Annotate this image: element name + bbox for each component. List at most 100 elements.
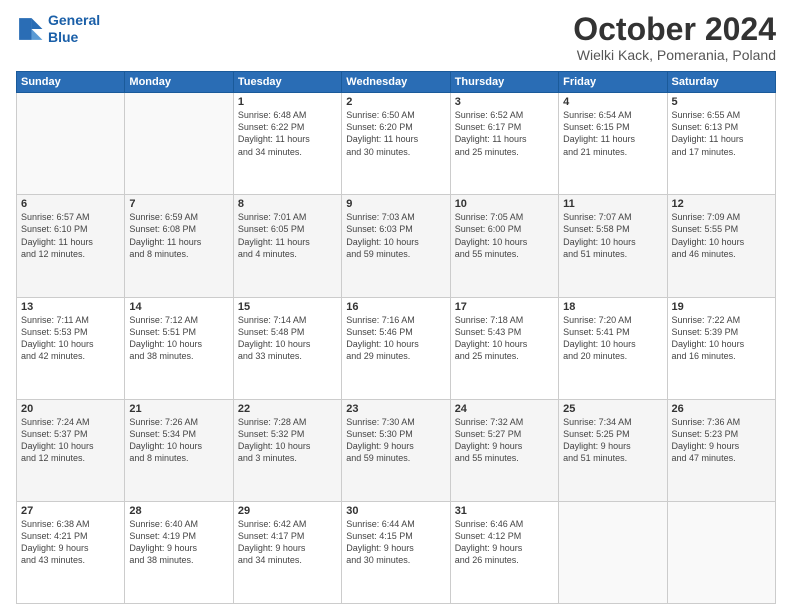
location: Wielki Kack, Pomerania, Poland (573, 47, 776, 63)
calendar-cell: 13Sunrise: 7:11 AM Sunset: 5:53 PM Dayli… (17, 297, 125, 399)
calendar-cell: 8Sunrise: 7:01 AM Sunset: 6:05 PM Daylig… (233, 195, 341, 297)
day-info: Sunrise: 6:46 AM Sunset: 4:12 PM Dayligh… (455, 518, 554, 567)
day-info: Sunrise: 6:40 AM Sunset: 4:19 PM Dayligh… (129, 518, 228, 567)
day-number: 9 (346, 198, 445, 210)
page: General Blue October 2024 Wielki Kack, P… (0, 0, 792, 612)
day-info: Sunrise: 7:12 AM Sunset: 5:51 PM Dayligh… (129, 314, 228, 363)
logo: General Blue (16, 12, 100, 46)
day-number: 11 (563, 198, 662, 210)
calendar-cell: 9Sunrise: 7:03 AM Sunset: 6:03 PM Daylig… (342, 195, 450, 297)
calendar-week-row: 27Sunrise: 6:38 AM Sunset: 4:21 PM Dayli… (17, 501, 776, 603)
day-info: Sunrise: 7:24 AM Sunset: 5:37 PM Dayligh… (21, 416, 120, 465)
day-number: 26 (672, 403, 771, 415)
day-info: Sunrise: 7:01 AM Sunset: 6:05 PM Dayligh… (238, 211, 337, 260)
calendar-cell: 7Sunrise: 6:59 AM Sunset: 6:08 PM Daylig… (125, 195, 233, 297)
day-number: 15 (238, 301, 337, 313)
day-number: 8 (238, 198, 337, 210)
day-info: Sunrise: 7:14 AM Sunset: 5:48 PM Dayligh… (238, 314, 337, 363)
day-number: 18 (563, 301, 662, 313)
calendar-cell: 27Sunrise: 6:38 AM Sunset: 4:21 PM Dayli… (17, 501, 125, 603)
day-number: 13 (21, 301, 120, 313)
weekday-header: Sunday (17, 72, 125, 93)
calendar-cell: 21Sunrise: 7:26 AM Sunset: 5:34 PM Dayli… (125, 399, 233, 501)
calendar-cell: 24Sunrise: 7:32 AM Sunset: 5:27 PM Dayli… (450, 399, 558, 501)
calendar-cell: 31Sunrise: 6:46 AM Sunset: 4:12 PM Dayli… (450, 501, 558, 603)
day-number: 24 (455, 403, 554, 415)
day-number: 4 (563, 96, 662, 108)
calendar-cell (125, 93, 233, 195)
day-info: Sunrise: 7:26 AM Sunset: 5:34 PM Dayligh… (129, 416, 228, 465)
calendar-cell: 16Sunrise: 7:16 AM Sunset: 5:46 PM Dayli… (342, 297, 450, 399)
calendar-week-row: 13Sunrise: 7:11 AM Sunset: 5:53 PM Dayli… (17, 297, 776, 399)
day-info: Sunrise: 6:55 AM Sunset: 6:13 PM Dayligh… (672, 109, 771, 158)
calendar-cell: 26Sunrise: 7:36 AM Sunset: 5:23 PM Dayli… (667, 399, 775, 501)
calendar-cell: 28Sunrise: 6:40 AM Sunset: 4:19 PM Dayli… (125, 501, 233, 603)
day-number: 14 (129, 301, 228, 313)
calendar-cell: 17Sunrise: 7:18 AM Sunset: 5:43 PM Dayli… (450, 297, 558, 399)
day-number: 12 (672, 198, 771, 210)
title-block: October 2024 Wielki Kack, Pomerania, Pol… (573, 12, 776, 63)
weekday-header: Wednesday (342, 72, 450, 93)
calendar-cell (17, 93, 125, 195)
day-info: Sunrise: 7:03 AM Sunset: 6:03 PM Dayligh… (346, 211, 445, 260)
day-info: Sunrise: 7:20 AM Sunset: 5:41 PM Dayligh… (563, 314, 662, 363)
day-number: 17 (455, 301, 554, 313)
day-info: Sunrise: 6:54 AM Sunset: 6:15 PM Dayligh… (563, 109, 662, 158)
calendar-cell: 19Sunrise: 7:22 AM Sunset: 5:39 PM Dayli… (667, 297, 775, 399)
calendar-cell: 30Sunrise: 6:44 AM Sunset: 4:15 PM Dayli… (342, 501, 450, 603)
day-info: Sunrise: 6:42 AM Sunset: 4:17 PM Dayligh… (238, 518, 337, 567)
day-number: 10 (455, 198, 554, 210)
calendar-cell (559, 501, 667, 603)
weekday-header: Thursday (450, 72, 558, 93)
day-number: 29 (238, 505, 337, 517)
day-info: Sunrise: 7:18 AM Sunset: 5:43 PM Dayligh… (455, 314, 554, 363)
calendar-cell: 3Sunrise: 6:52 AM Sunset: 6:17 PM Daylig… (450, 93, 558, 195)
calendar-cell (667, 501, 775, 603)
weekday-header: Saturday (667, 72, 775, 93)
calendar-cell: 5Sunrise: 6:55 AM Sunset: 6:13 PM Daylig… (667, 93, 775, 195)
day-number: 21 (129, 403, 228, 415)
calendar-cell: 25Sunrise: 7:34 AM Sunset: 5:25 PM Dayli… (559, 399, 667, 501)
day-info: Sunrise: 7:07 AM Sunset: 5:58 PM Dayligh… (563, 211, 662, 260)
day-info: Sunrise: 7:28 AM Sunset: 5:32 PM Dayligh… (238, 416, 337, 465)
calendar-cell: 23Sunrise: 7:30 AM Sunset: 5:30 PM Dayli… (342, 399, 450, 501)
day-info: Sunrise: 7:36 AM Sunset: 5:23 PM Dayligh… (672, 416, 771, 465)
day-info: Sunrise: 6:38 AM Sunset: 4:21 PM Dayligh… (21, 518, 120, 567)
day-number: 30 (346, 505, 445, 517)
day-number: 3 (455, 96, 554, 108)
logo-icon (16, 15, 44, 43)
day-number: 25 (563, 403, 662, 415)
day-info: Sunrise: 7:11 AM Sunset: 5:53 PM Dayligh… (21, 314, 120, 363)
calendar-week-row: 1Sunrise: 6:48 AM Sunset: 6:22 PM Daylig… (17, 93, 776, 195)
day-info: Sunrise: 7:22 AM Sunset: 5:39 PM Dayligh… (672, 314, 771, 363)
calendar-cell: 22Sunrise: 7:28 AM Sunset: 5:32 PM Dayli… (233, 399, 341, 501)
day-info: Sunrise: 7:32 AM Sunset: 5:27 PM Dayligh… (455, 416, 554, 465)
day-number: 5 (672, 96, 771, 108)
logo-general: General (48, 12, 100, 28)
day-info: Sunrise: 6:57 AM Sunset: 6:10 PM Dayligh… (21, 211, 120, 260)
day-number: 6 (21, 198, 120, 210)
day-info: Sunrise: 6:48 AM Sunset: 6:22 PM Dayligh… (238, 109, 337, 158)
calendar-cell: 1Sunrise: 6:48 AM Sunset: 6:22 PM Daylig… (233, 93, 341, 195)
calendar-cell: 14Sunrise: 7:12 AM Sunset: 5:51 PM Dayli… (125, 297, 233, 399)
day-number: 23 (346, 403, 445, 415)
month-title: October 2024 (573, 12, 776, 47)
calendar-cell: 18Sunrise: 7:20 AM Sunset: 5:41 PM Dayli… (559, 297, 667, 399)
weekday-header: Tuesday (233, 72, 341, 93)
day-info: Sunrise: 7:09 AM Sunset: 5:55 PM Dayligh… (672, 211, 771, 260)
day-info: Sunrise: 6:50 AM Sunset: 6:20 PM Dayligh… (346, 109, 445, 158)
calendar-cell: 29Sunrise: 6:42 AM Sunset: 4:17 PM Dayli… (233, 501, 341, 603)
calendar-cell: 15Sunrise: 7:14 AM Sunset: 5:48 PM Dayli… (233, 297, 341, 399)
weekday-header: Friday (559, 72, 667, 93)
calendar-table: SundayMondayTuesdayWednesdayThursdayFrid… (16, 71, 776, 604)
day-number: 28 (129, 505, 228, 517)
day-info: Sunrise: 6:44 AM Sunset: 4:15 PM Dayligh… (346, 518, 445, 567)
day-number: 16 (346, 301, 445, 313)
calendar-week-row: 6Sunrise: 6:57 AM Sunset: 6:10 PM Daylig… (17, 195, 776, 297)
calendar-cell: 11Sunrise: 7:07 AM Sunset: 5:58 PM Dayli… (559, 195, 667, 297)
day-number: 2 (346, 96, 445, 108)
day-info: Sunrise: 7:30 AM Sunset: 5:30 PM Dayligh… (346, 416, 445, 465)
logo-text: General Blue (48, 12, 100, 46)
weekday-header: Monday (125, 72, 233, 93)
day-info: Sunrise: 7:05 AM Sunset: 6:00 PM Dayligh… (455, 211, 554, 260)
